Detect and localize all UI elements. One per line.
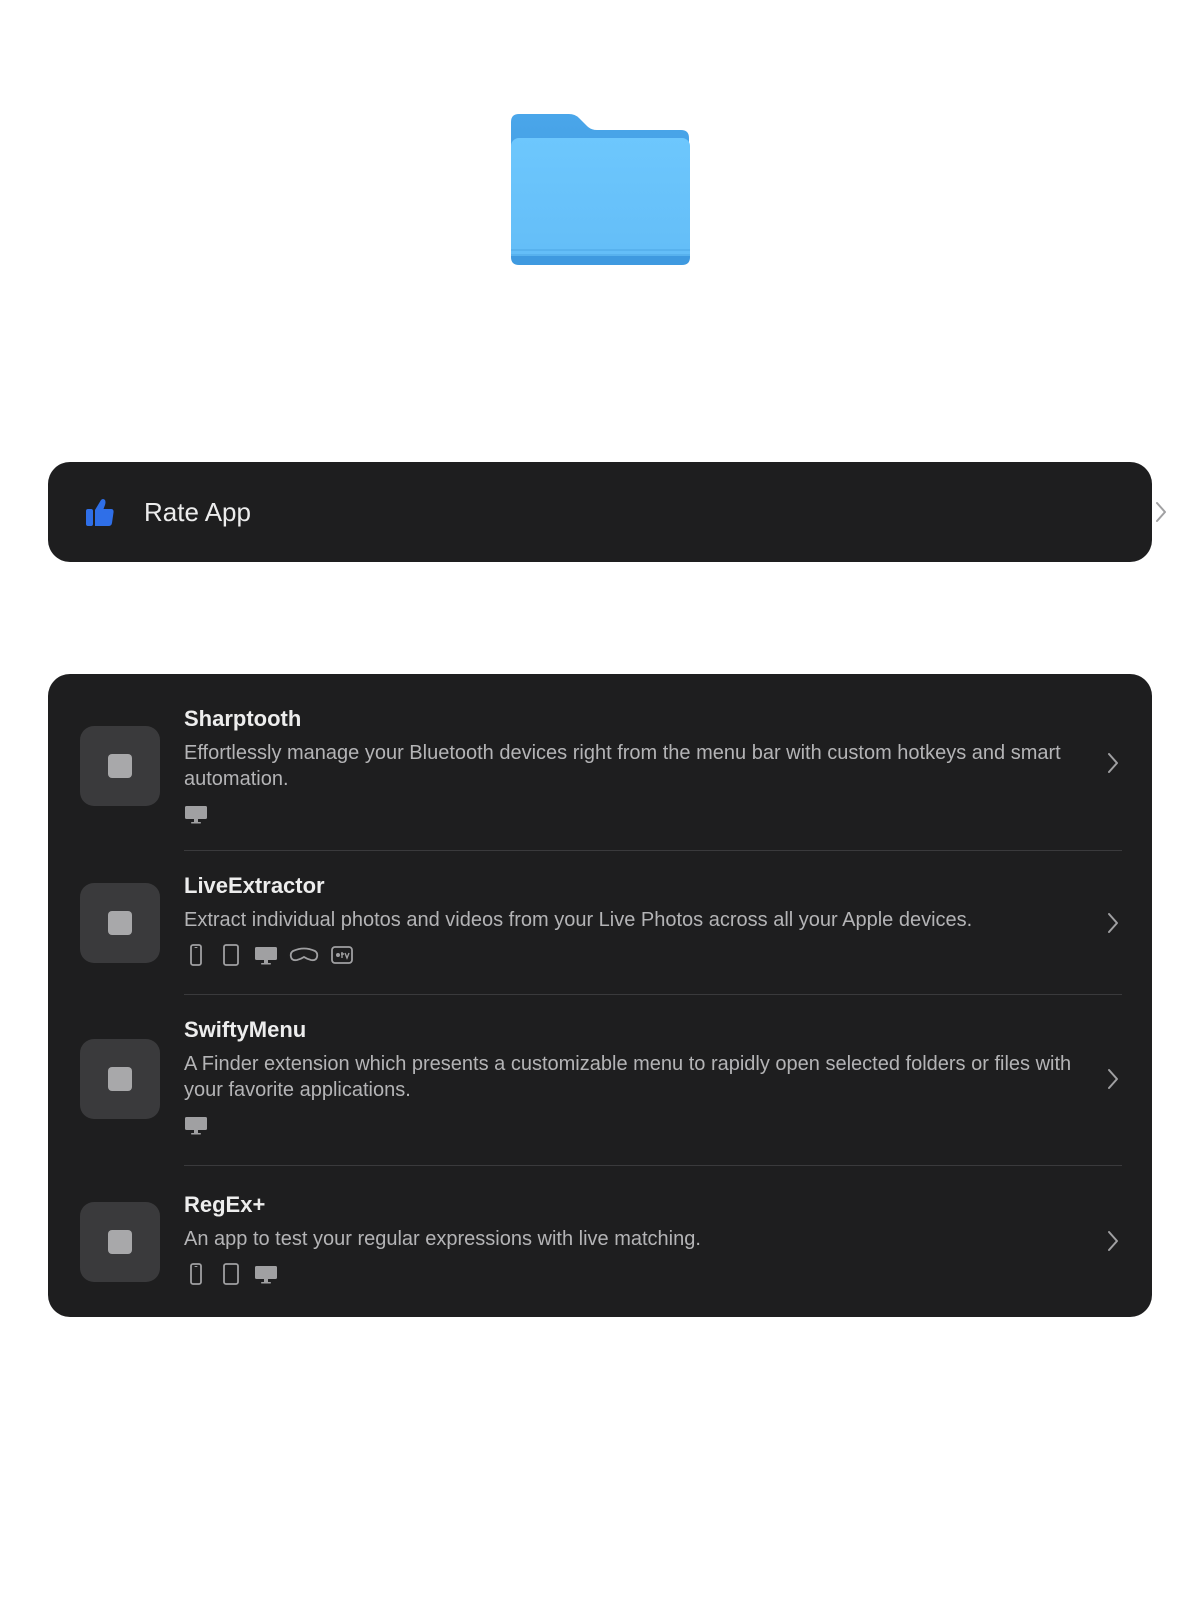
chevron-right-icon xyxy=(1106,1068,1120,1090)
app-row-liveextractor[interactable]: LiveExtractor Extract individual photos … xyxy=(48,851,1152,995)
iphone-icon xyxy=(184,1262,208,1286)
rate-app-label: Rate App xyxy=(144,497,251,527)
ipad-icon xyxy=(219,943,243,967)
platform-icons xyxy=(184,1262,289,1286)
app-row-regex-plus[interactable]: RegEx+ An app to test your regular expre… xyxy=(48,1166,1152,1317)
chevron-right-icon xyxy=(1154,501,1168,523)
app-name: LiveExtractor xyxy=(184,873,325,898)
app-description: An app to test your regular expressions … xyxy=(184,1228,701,1250)
more-apps-list: Sharptooth Effortlessly manage your Blue… xyxy=(48,674,1152,1317)
iphone-icon xyxy=(184,943,208,967)
app-description: Extract individual photos and videos fro… xyxy=(184,909,973,931)
app-row-swiftymenu[interactable]: SwiftyMenu A Finder extension which pres… xyxy=(48,995,1152,1165)
mac-icon xyxy=(254,943,278,967)
mac-icon xyxy=(254,1262,278,1286)
ipad-icon xyxy=(219,1262,243,1286)
vision-pro-icon xyxy=(289,943,319,967)
app-icon xyxy=(80,726,160,806)
chevron-right-icon xyxy=(1106,1230,1120,1252)
app-icon xyxy=(80,1039,160,1119)
app-name: Sharptooth xyxy=(184,706,302,731)
app-icon xyxy=(80,1202,160,1282)
mac-icon xyxy=(184,802,208,826)
thumbs-up-icon xyxy=(84,496,116,528)
mac-icon xyxy=(184,1113,208,1137)
folder-icon xyxy=(511,114,690,265)
rate-app-button[interactable]: Rate App xyxy=(48,462,1166,562)
app-row-sharptooth[interactable]: Sharptooth Effortlessly manage your Blue… xyxy=(48,674,1152,850)
chevron-right-icon xyxy=(1106,752,1120,774)
apple-tv-icon xyxy=(330,943,354,967)
chevron-right-icon xyxy=(1106,912,1120,934)
app-description: A Finder extension which presents a cust… xyxy=(184,1053,1072,1101)
platform-icons xyxy=(184,1113,219,1137)
app-icon xyxy=(80,883,160,963)
platform-icons xyxy=(184,802,219,826)
app-description: Effortlessly manage your Bluetooth devic… xyxy=(184,742,1061,790)
platform-icons xyxy=(184,943,365,967)
app-name: RegEx+ xyxy=(184,1192,266,1217)
app-name: SwiftyMenu xyxy=(184,1017,307,1042)
